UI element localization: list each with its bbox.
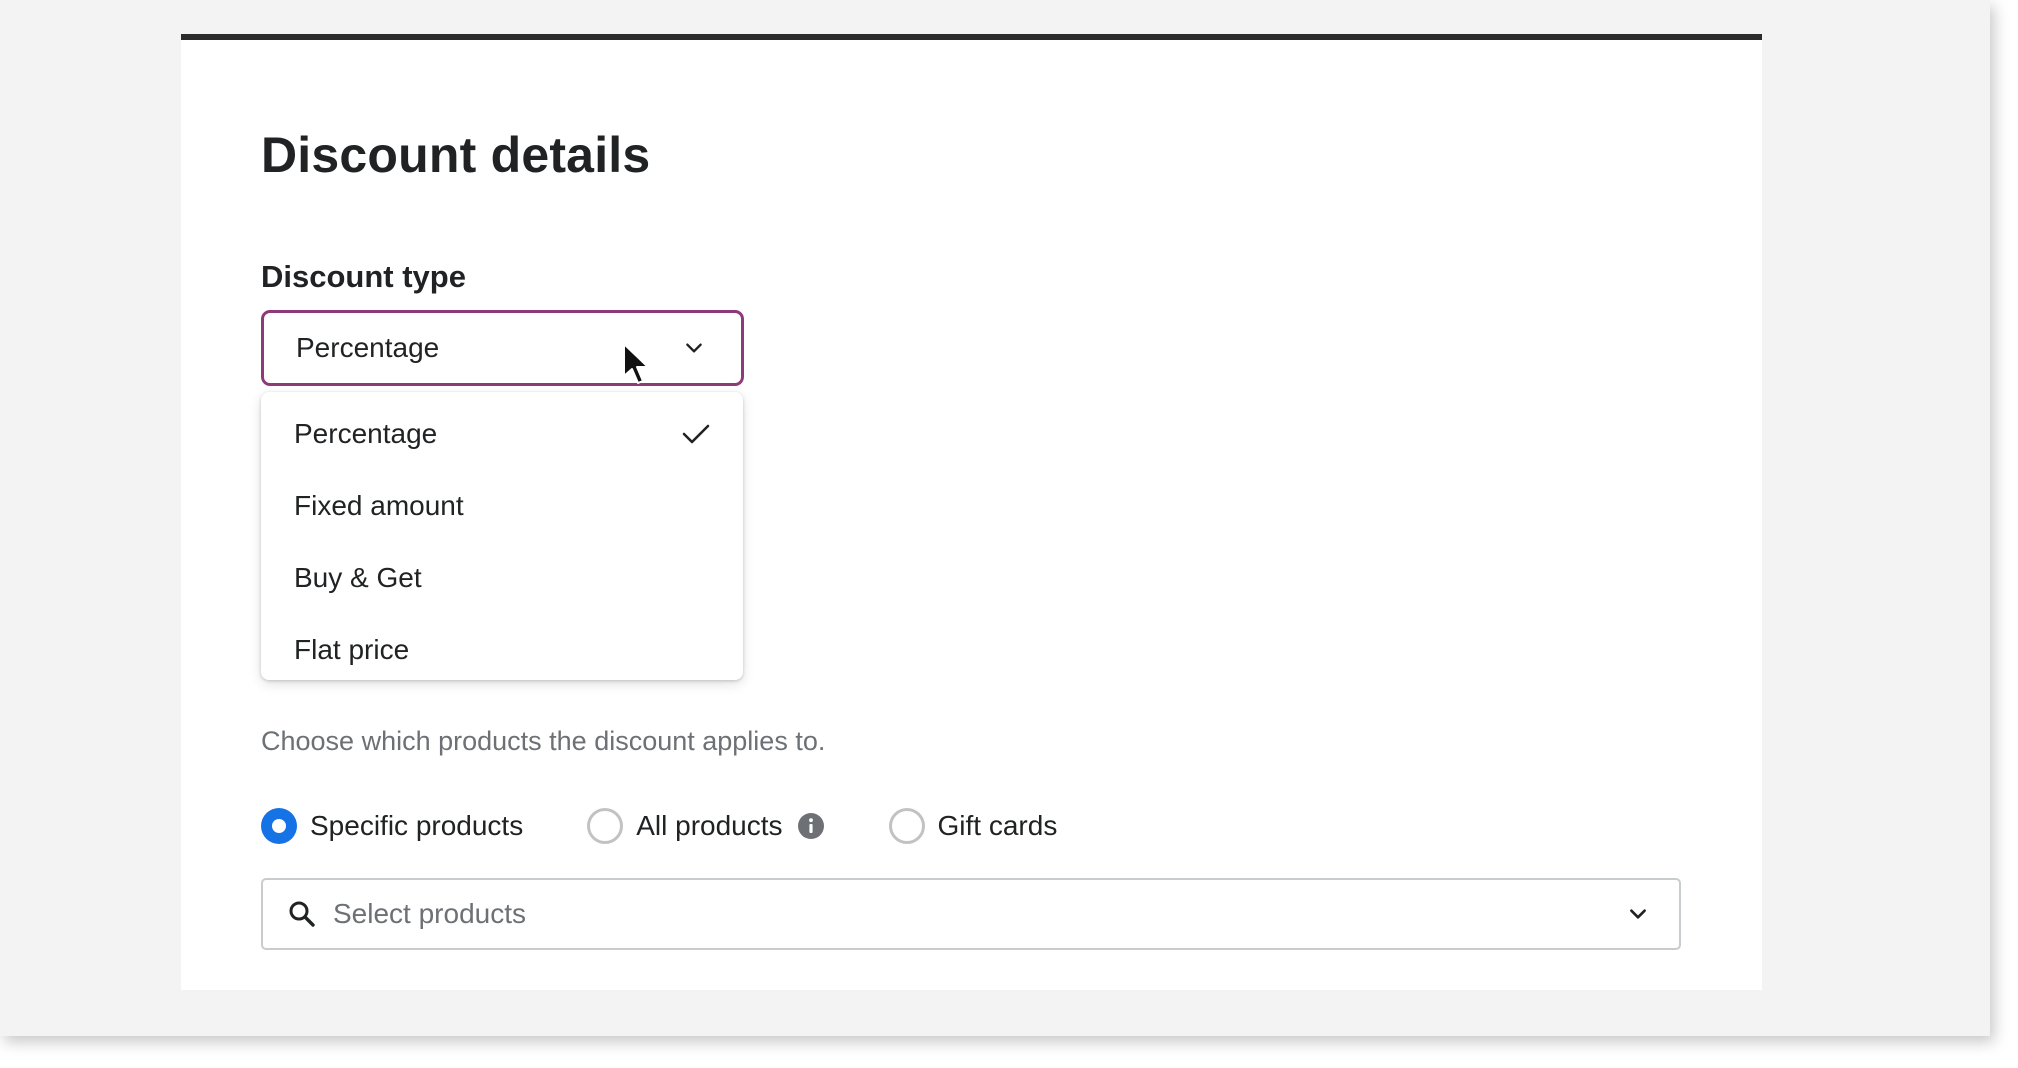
discount-type-selected-value: Percentage bbox=[296, 332, 440, 363]
chevron-down-icon[interactable] bbox=[1627, 903, 1649, 925]
dropdown-option-percentage[interactable]: Percentage bbox=[261, 398, 743, 470]
radio-specific-products[interactable]: Specific products bbox=[261, 808, 523, 844]
dropdown-option-label: Buy & Get bbox=[294, 562, 422, 593]
radio-circle[interactable] bbox=[888, 808, 925, 844]
discount-type-dropdown: Percentage Fixed amount Buy & Get Flat p… bbox=[261, 392, 743, 680]
radio-circle[interactable] bbox=[261, 808, 297, 844]
dropdown-option-label: Percentage bbox=[294, 418, 438, 449]
discount-type-label: Discount type bbox=[261, 259, 466, 294]
select-products-input[interactable] bbox=[333, 898, 1533, 930]
window-frame: Discount details Discount type Percentag… bbox=[0, 0, 1990, 1036]
dropdown-option-buy-get[interactable]: Buy & Get bbox=[261, 542, 743, 614]
radio-all-products[interactable]: All products bbox=[587, 808, 824, 844]
mouse-cursor-icon bbox=[623, 343, 649, 384]
search-icon bbox=[289, 901, 315, 927]
info-icon[interactable] bbox=[797, 812, 825, 840]
applies-to-radio-group: Specific products All products Gift card… bbox=[261, 806, 1057, 846]
radio-label: Gift cards bbox=[937, 810, 1058, 841]
discount-details-card: Discount details Discount type Percentag… bbox=[181, 34, 1762, 990]
product-select-combobox[interactable] bbox=[261, 878, 1681, 950]
radio-gift-cards[interactable]: Gift cards bbox=[888, 808, 1058, 844]
radio-label: All products bbox=[636, 810, 783, 841]
dropdown-option-label: Flat price bbox=[294, 634, 410, 665]
dropdown-option-flat-price[interactable]: Flat price bbox=[261, 614, 743, 686]
discount-type-select[interactable]: Percentage bbox=[261, 310, 744, 386]
dropdown-option-label: Fixed amount bbox=[294, 490, 464, 521]
radio-circle[interactable] bbox=[587, 808, 624, 844]
dropdown-option-fixed-amount[interactable]: Fixed amount bbox=[261, 470, 743, 542]
applies-to-helper-text: Choose which products the discount appli… bbox=[261, 726, 826, 756]
page-title: Discount details bbox=[261, 127, 651, 183]
chevron-down-icon bbox=[686, 343, 702, 353]
checkmark-icon bbox=[682, 424, 710, 444]
radio-label: Specific products bbox=[310, 810, 524, 841]
